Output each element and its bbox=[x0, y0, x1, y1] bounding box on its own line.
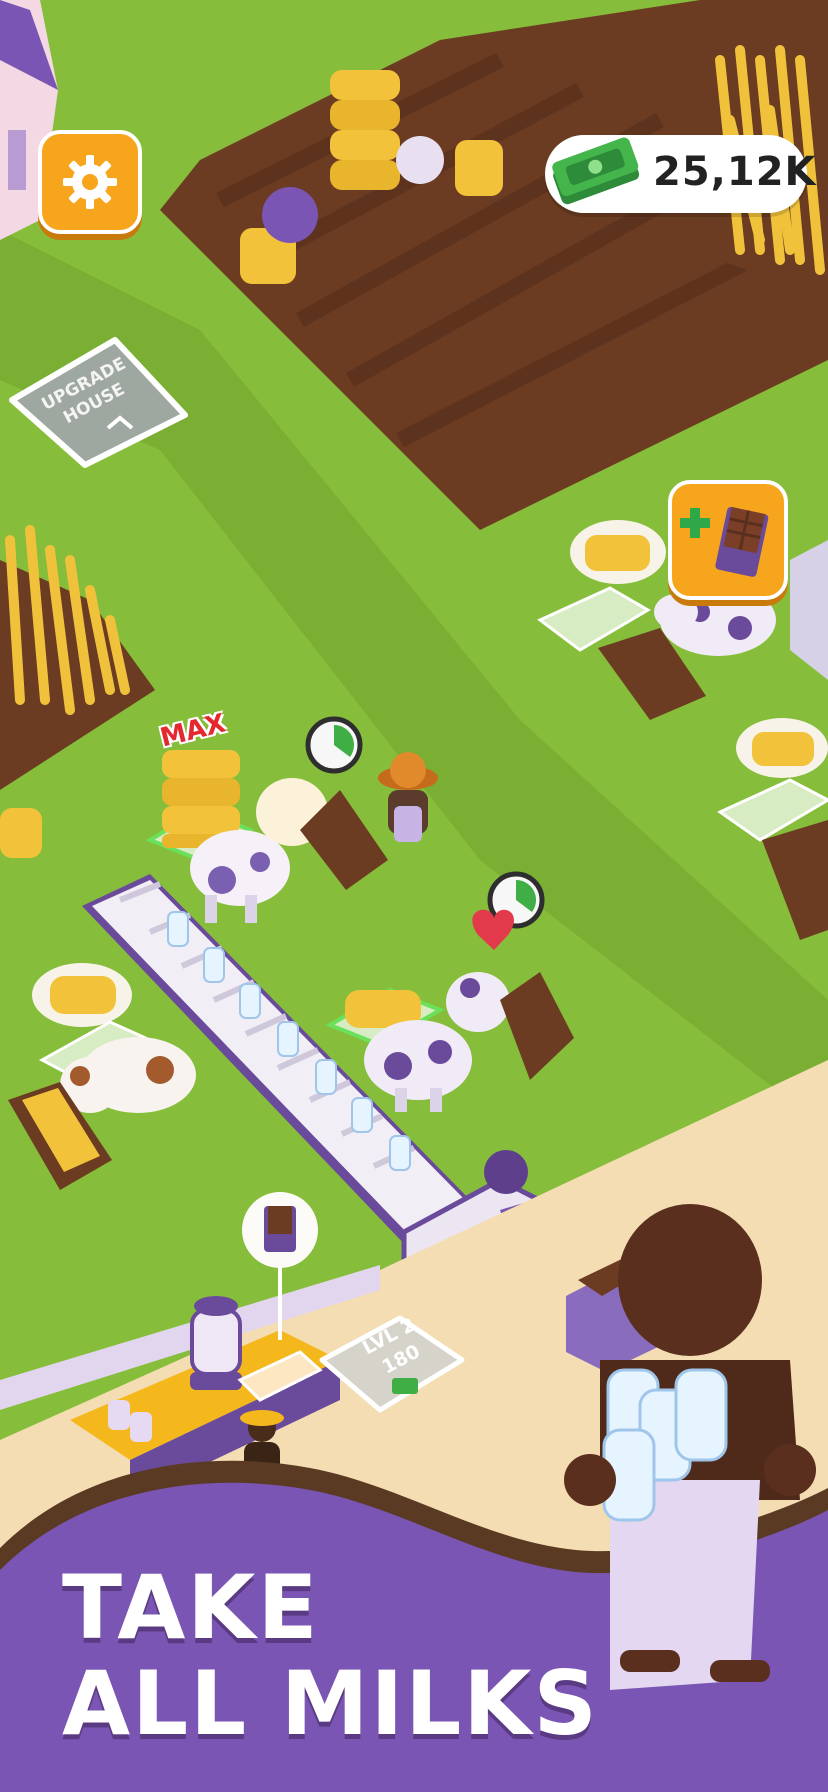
hay-bubble-right-mid bbox=[736, 718, 828, 778]
hay-bubble-left bbox=[32, 963, 132, 1027]
cup bbox=[130, 1412, 152, 1442]
banner-line-1: TAKE bbox=[62, 1556, 320, 1659]
world-view bbox=[0, 0, 828, 1792]
harvester-machine bbox=[262, 187, 318, 243]
gear-icon bbox=[63, 155, 117, 209]
game-scene: 25,12K UPGRADE HOUSE MAX LVL 2 180 TAKE … bbox=[0, 0, 828, 1792]
add-chocolate-button[interactable] bbox=[668, 480, 788, 600]
cup bbox=[108, 1400, 130, 1430]
chocolate-bar-icon bbox=[680, 506, 769, 577]
money-counter: 25,12K bbox=[545, 135, 816, 213]
settings-button[interactable] bbox=[38, 130, 142, 234]
cash-stack-icon bbox=[552, 137, 640, 205]
banner-line-2: ALL MILKS bbox=[62, 1652, 599, 1755]
harvester-machine-2 bbox=[396, 136, 444, 184]
hay-bubble-right-top bbox=[570, 520, 666, 584]
blender bbox=[190, 1296, 242, 1390]
money-value: 25,12K bbox=[653, 149, 817, 195]
promo-banner-text: TAKE ALL MILKS bbox=[62, 1560, 599, 1752]
timer-icon bbox=[305, 716, 363, 774]
